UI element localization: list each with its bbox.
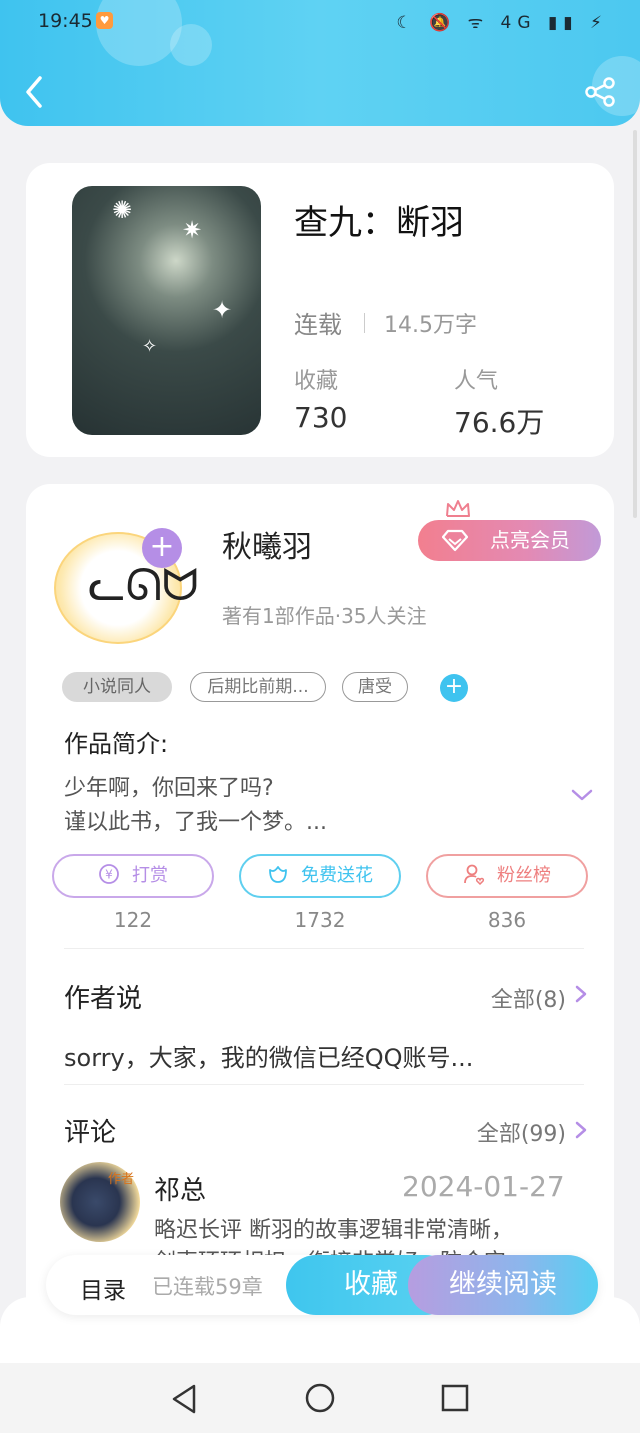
- tip-count: 122: [113, 908, 153, 932]
- author-says-text[interactable]: sorry，大家，我的微信已经QQ账号...: [64, 1038, 473, 1073]
- diamond-icon: [442, 529, 468, 552]
- yen-coin-icon: ¥: [99, 864, 119, 884]
- comment-date: 2024-01-27: [402, 1170, 565, 1203]
- book-status: 连载: [294, 311, 342, 339]
- chevron-right-icon[interactable]: [574, 984, 588, 1004]
- chevron-left-icon: [26, 76, 42, 108]
- share-icon: [585, 77, 615, 107]
- firework-icon: ✷: [182, 216, 203, 244]
- crown-icon: [446, 500, 470, 517]
- send-flower-label: 免费送花: [301, 865, 373, 886]
- bottom-action-bar: 目录 已连载59章 收藏 继续阅读: [46, 1255, 598, 1315]
- tip-label: 打赏: [132, 865, 168, 886]
- system-navigation-bar: [0, 1363, 640, 1433]
- svg-text:¥: ¥: [105, 868, 113, 882]
- continue-reading-button[interactable]: 继续阅读: [408, 1255, 598, 1315]
- intro-title: 作品简介:: [64, 730, 169, 758]
- vip-button-label: 点亮会员: [490, 528, 570, 552]
- send-flower-button[interactable]: 免费送花: [239, 854, 401, 898]
- author-says-title: 作者说: [64, 984, 143, 1014]
- nav-back-icon[interactable]: [170, 1383, 198, 1415]
- author-badge: 作者: [108, 1172, 135, 1187]
- scrollbar[interactable]: [633, 130, 637, 518]
- book-cover-image[interactable]: ✺ ✷ ✦ ✧: [72, 186, 261, 435]
- favorites-count: 730: [294, 401, 348, 434]
- favorites-label: 收藏: [294, 369, 339, 394]
- divider: [64, 1084, 584, 1085]
- tag-item[interactable]: 唐受: [342, 672, 408, 702]
- author-meta: 著有1部作品·35人关注: [222, 604, 427, 628]
- status-icons: ☾ 🔕 ᯤ 4G ▮▮ ⚡: [396, 13, 608, 33]
- chevron-right-icon[interactable]: [574, 1120, 588, 1140]
- status-time: 19:45: [38, 10, 93, 32]
- popularity-label: 人气: [454, 369, 499, 394]
- sparkle-icon: ✧: [142, 336, 158, 357]
- expand-chevron-icon[interactable]: [570, 786, 594, 804]
- flower-icon: [269, 866, 287, 883]
- divider: [64, 948, 584, 949]
- activate-vip-button[interactable]: 点亮会员: [418, 520, 601, 561]
- chapter-count: 已连载59章: [152, 1275, 263, 1299]
- fan-ranking-label: 粉丝榜: [497, 865, 551, 886]
- decorative-bubble: [170, 24, 212, 66]
- table-of-contents-button[interactable]: 目录: [80, 1271, 126, 1305]
- top-header: 19:45 ♥ ☾ 🔕 ᯤ 4G ▮▮ ⚡: [0, 0, 640, 126]
- popularity-count: 76.6万: [454, 406, 545, 439]
- cat-doodle-icon: ᓚᘏᗢ: [88, 560, 199, 611]
- user-heart-icon: [464, 864, 485, 885]
- back-button[interactable]: [20, 72, 50, 112]
- commenter-name[interactable]: 祁总: [154, 1170, 206, 1207]
- author-card: ᓚᘏᗢ + 秋曦羽 著有1部作品·35人关注 点亮会员 小说同人 后期比前期..…: [26, 484, 614, 1344]
- flower-count: 1732: [294, 908, 346, 932]
- decorative-bubble: [96, 0, 182, 66]
- add-tag-button[interactable]: +: [440, 674, 468, 702]
- intro-line: 少年啊，你回来了吗?: [64, 776, 274, 801]
- notification-heart-icon: ♥: [96, 12, 113, 29]
- book-word-count: 14.5万字: [384, 313, 477, 338]
- share-button[interactable]: [584, 76, 616, 108]
- comments-more-link[interactable]: 全部(99): [477, 1116, 566, 1148]
- comment-text[interactable]: 略迟长评 断羽的故事逻辑非常清晰，: [154, 1212, 513, 1244]
- tag-item[interactable]: 小说同人: [62, 672, 172, 702]
- author-name[interactable]: 秋曦羽: [222, 522, 312, 566]
- author-says-more-link[interactable]: 全部(8): [491, 982, 566, 1014]
- nav-recent-apps-icon[interactable]: [441, 1384, 469, 1412]
- tag-item[interactable]: 后期比前期...: [190, 672, 326, 702]
- nav-home-icon[interactable]: [305, 1383, 335, 1413]
- book-info-card: ✺ ✷ ✦ ✧ 查九：断羽 连载 14.5万字 收藏 730 人气 76.6万: [26, 163, 614, 457]
- sparkle-icon: ✦: [212, 296, 233, 324]
- fan-count: 836: [487, 908, 527, 932]
- divider: [364, 313, 365, 333]
- fan-ranking-button[interactable]: 粉丝榜: [426, 854, 588, 898]
- intro-line: 谨以此书，了我一个梦。...: [64, 810, 327, 835]
- comments-title: 评论: [64, 1118, 117, 1148]
- book-title: 查九：断羽: [294, 203, 464, 243]
- tip-button[interactable]: ¥ 打赏: [52, 854, 214, 898]
- firework-icon: ✺: [112, 196, 133, 224]
- follow-author-button[interactable]: +: [142, 528, 182, 568]
